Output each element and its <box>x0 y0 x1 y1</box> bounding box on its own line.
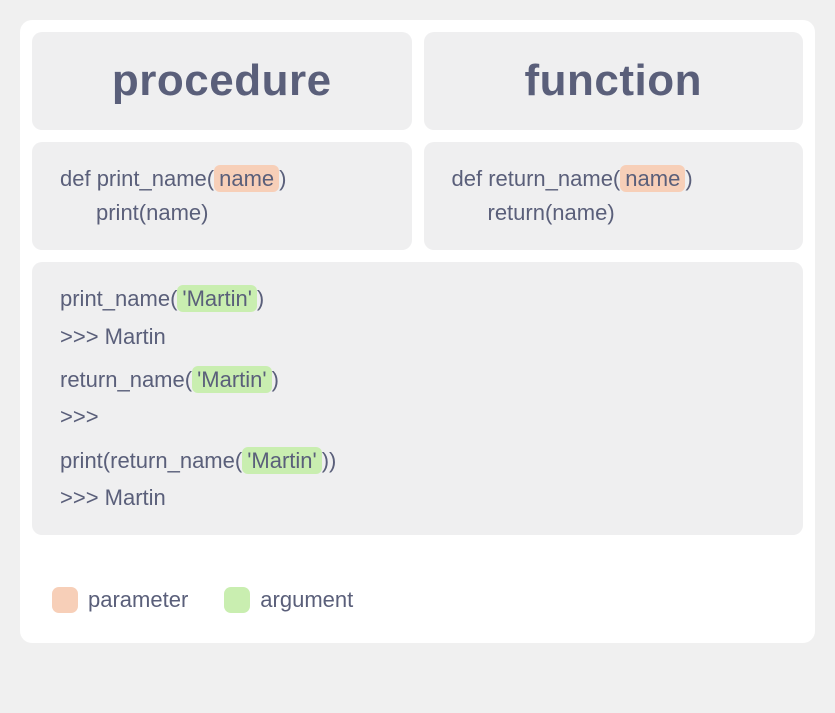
call-text: return_name( <box>60 367 192 392</box>
diagram-container: procedure function def print_name(name) … <box>20 20 815 643</box>
definition-row: def print_name(name) print(name) def ret… <box>32 142 803 250</box>
function-title: function <box>444 56 784 106</box>
exec-output-3: >>> Martin <box>60 479 775 516</box>
procedure-header: procedure <box>32 32 412 130</box>
call-close: ) <box>257 286 264 311</box>
procedure-def-line2: print(name) <box>60 196 384 230</box>
function-header: function <box>424 32 804 130</box>
argument-legend-label: argument <box>260 587 353 613</box>
call-text: print_name( <box>60 286 177 311</box>
argument-highlight: 'Martin' <box>192 366 272 393</box>
def-text-close: ) <box>279 166 286 191</box>
legend: parameter argument <box>32 547 803 631</box>
procedure-def-panel: def print_name(name) print(name) <box>32 142 412 250</box>
function-def-line1: def return_name(name) <box>452 162 776 196</box>
exec-call-1: print_name('Martin') <box>60 280 775 317</box>
call-close: ) <box>272 367 279 392</box>
procedure-def-line1: def print_name(name) <box>60 162 384 196</box>
parameter-legend-label: parameter <box>88 587 188 613</box>
def-text-close: ) <box>685 166 692 191</box>
exec-output-1: >>> Martin <box>60 318 775 355</box>
def-text: def return_name( <box>452 166 621 191</box>
def-text: def print_name( <box>60 166 214 191</box>
argument-swatch <box>224 587 250 613</box>
parameter-highlight: name <box>620 165 685 192</box>
header-row: procedure function <box>32 32 803 130</box>
exec-call-3: print(return_name('Martin')) <box>60 442 775 479</box>
call-close: )) <box>322 448 337 473</box>
argument-highlight: 'Martin' <box>242 447 322 474</box>
parameter-highlight: name <box>214 165 279 192</box>
procedure-title: procedure <box>52 56 392 106</box>
call-text: print(return_name( <box>60 448 242 473</box>
function-def-panel: def return_name(name) return(name) <box>424 142 804 250</box>
execution-panel: print_name('Martin') >>> Martin return_n… <box>32 262 803 534</box>
parameter-swatch <box>52 587 78 613</box>
argument-highlight: 'Martin' <box>177 285 257 312</box>
exec-output-2: >>> <box>60 398 775 435</box>
function-def-line2: return(name) <box>452 196 776 230</box>
exec-call-2: return_name('Martin') <box>60 361 775 398</box>
